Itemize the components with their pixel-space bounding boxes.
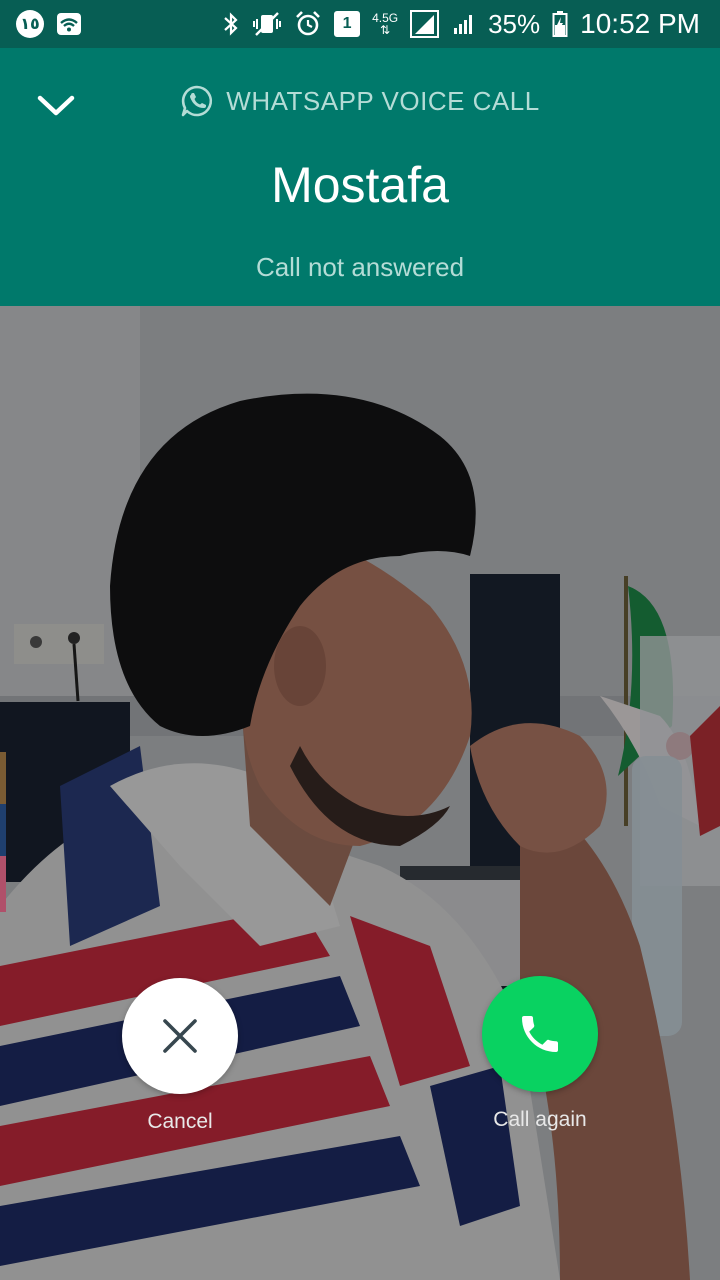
phone-icon (522, 1016, 558, 1052)
vibrate-icon (252, 11, 282, 37)
whatsapp-icon (181, 85, 213, 117)
status-time: 10:52 PM (580, 8, 700, 39)
status-bar-right: 1 4.5G ⇅ 35% 10:52 PM (222, 8, 700, 40)
cancel-button[interactable] (122, 978, 238, 1094)
edge-strip (0, 804, 6, 856)
status-bar-left: ١٥ (16, 10, 82, 38)
alarm-icon (294, 10, 322, 38)
call-status: Call not answered (255, 252, 465, 282)
contact-name: Mostafa (271, 157, 449, 213)
data-arrows-icon: ⇅ (380, 23, 391, 37)
edge-strip (0, 752, 6, 804)
bluetooth-icon (222, 11, 240, 37)
call-header: WHATSAPP VOICE CALL Mostafa Call not ans… (0, 48, 720, 306)
call-type-label: WHATSAPP VOICE CALL (226, 85, 540, 116)
call-again-label: Call again (493, 1108, 587, 1131)
wifi-icon (56, 12, 82, 36)
network-type: 4.5G ⇅ (372, 12, 398, 36)
call-type-label-row: WHATSAPP VOICE CALL (0, 84, 720, 118)
call-again-action: Call again (450, 976, 630, 1132)
signal-icon (410, 10, 440, 38)
edge-strip (0, 856, 6, 912)
call-again-button[interactable] (482, 976, 598, 1092)
notification-count-badge: ١٥ (16, 10, 44, 38)
battery-percent: 35% (488, 8, 541, 39)
signal-secondary-icon (452, 12, 476, 36)
close-icon (163, 1019, 197, 1053)
sim-slot-badge: 1 (334, 11, 361, 37)
cancel-action: Cancel (90, 978, 270, 1134)
battery-icon (552, 10, 568, 38)
cancel-label: Cancel (147, 1110, 213, 1133)
status-bar: ١٥ 1 4.5G ⇅ 35% 10:52 PM (0, 0, 720, 48)
